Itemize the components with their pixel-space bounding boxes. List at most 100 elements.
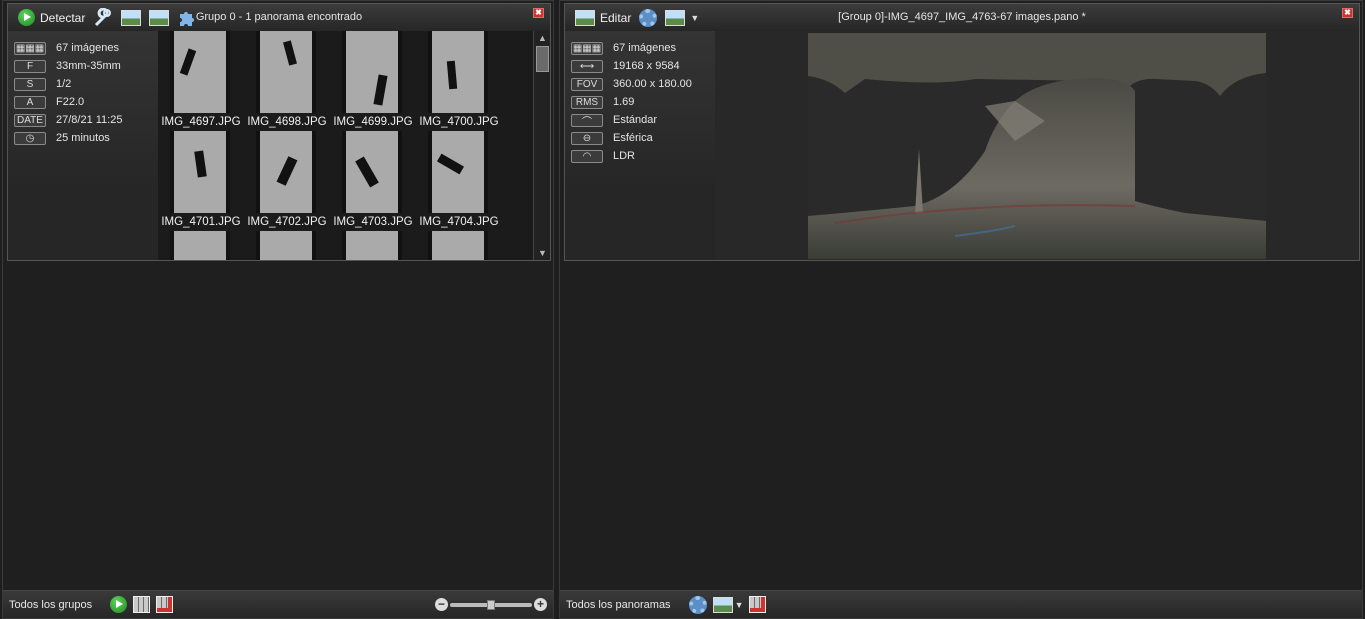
zoom-handle[interactable] (487, 599, 495, 610)
add-image-button[interactable] (145, 7, 173, 29)
thumbnail-label: IMG_4698.JPG (247, 116, 327, 128)
group-card[interactable]: Detectar Grupo 0 - 1 panorama encontrado… (7, 3, 551, 261)
thumbnail-item[interactable]: IMG_4703.JPG (330, 131, 416, 231)
edit-button[interactable]: Editar (571, 7, 635, 29)
edit-label: Editar (600, 10, 632, 25)
info-row-standard: ⌒ Estándar (565, 111, 715, 129)
thumbnail-image (170, 231, 230, 260)
puzzle-button[interactable] (173, 7, 201, 29)
all-settings-gear-icon[interactable] (688, 595, 707, 614)
info-aperture: F22.0 (56, 96, 85, 108)
wrench-icon (95, 7, 112, 26)
info-row-fov: FOV 360.00 x 180.00 (565, 75, 715, 93)
thumbnail-item[interactable]: IMG_4700.JPG (416, 31, 502, 131)
panorama-toolbar: Editar ▼ [Group 0]-IMG_4697_IMG_4763-67 … (565, 4, 1359, 31)
badge-fov: FOV (571, 77, 603, 91)
scroll-down-icon[interactable]: ▼ (536, 247, 549, 259)
thumbnail-item[interactable]: IMG_4704.JPG (416, 131, 502, 231)
thumbnail-item[interactable]: IMG_4702.JPG (244, 131, 330, 231)
settings-wrench-button[interactable] (89, 7, 117, 29)
info-row-date: DATE 27/8/21 11:25 (8, 111, 158, 129)
group-info-panel: ▦▦▦ 67 imágenes F 33mm-35mm S 1/2 A F22.… (8, 31, 158, 260)
info-row-size: ⟷ 19168 x 9584 (565, 57, 715, 75)
standard-projection-icon: ⌒ (571, 113, 603, 128)
info-size: 19168 x 9584 (613, 60, 680, 72)
thumbnail-item-partial[interactable] (416, 231, 502, 260)
info-fov: 360.00 x 180.00 (613, 78, 692, 90)
thumbnail-item[interactable]: IMG_4701.JPG (158, 131, 244, 231)
edit-image-icon (575, 9, 595, 26)
info-date: 27/8/21 11:25 (56, 114, 123, 126)
spherical-icon: ⊖ (571, 131, 603, 145)
thumbnail-grid[interactable]: IMG_4697.JPG IMG_4698.JPG IMG_4699.JPG I… (158, 31, 533, 260)
badge-f: F (14, 59, 46, 73)
info-row-focal: F 33mm-35mm (8, 57, 158, 75)
panorama-preview[interactable] (715, 31, 1359, 260)
render-dropdown-button[interactable]: ▼ (661, 7, 703, 29)
info-row-ldr: ◠ LDR (565, 147, 715, 165)
scroll-up-icon[interactable]: ▲ (536, 32, 549, 44)
arrows-icon: ⟷ (571, 59, 603, 73)
info-row-aperture: A F22.0 (8, 93, 158, 111)
zoom-in-icon[interactable]: + (534, 598, 547, 611)
info-row-rms: RMS 1.69 (565, 93, 715, 111)
thumbnail-item-partial[interactable] (330, 231, 416, 260)
chevron-down-icon[interactable]: ▼ (735, 600, 744, 610)
info-rms: 1.69 (613, 96, 635, 108)
thumbnail-label: IMG_4702.JPG (247, 216, 327, 228)
zoom-out-icon[interactable]: − (435, 598, 448, 611)
info-duration: 25 minutos (56, 132, 110, 144)
info-images: 67 imágenes (613, 42, 676, 54)
thumbnail-scrollbar[interactable]: ▲ ▼ (533, 31, 550, 260)
groups-footer: Todos los grupos − + (3, 590, 553, 618)
thumbnail-item-partial[interactable] (244, 231, 330, 260)
info-focal: 33mm-35mm (56, 60, 121, 72)
thumbnail-image (170, 31, 230, 113)
scrollbar-thumb[interactable] (536, 46, 549, 72)
thumbnail-image (256, 131, 316, 213)
image-help-button[interactable] (117, 7, 145, 29)
detect-button[interactable]: Detectar (14, 7, 89, 29)
thumbnail-item[interactable]: IMG_4699.JPG (330, 31, 416, 131)
panoramas-footer: Todos los panoramas ▼ (560, 590, 1362, 618)
render-all-icon[interactable] (712, 596, 733, 613)
thumbnail-label: IMG_4700.JPG (419, 116, 499, 128)
all-groups-label: Todos los grupos (9, 598, 93, 611)
play-icon (18, 9, 35, 26)
image-question-icon (121, 9, 142, 26)
grid-badge-icon: ▦▦▦ (14, 41, 46, 55)
info-images: 67 imágenes (56, 42, 119, 54)
panorama-settings-button[interactable] (635, 7, 661, 29)
thumbnail-image (256, 231, 316, 260)
zoom-track[interactable] (450, 599, 532, 610)
remove-group-icon[interactable] (156, 596, 174, 613)
thumbnail-item[interactable]: IMG_4698.JPG (244, 31, 330, 131)
detect-label: Detectar (40, 10, 86, 25)
thumbnail-item-partial[interactable] (158, 231, 244, 260)
thumbnail-image (428, 131, 488, 213)
info-row-images: ▦▦▦ 67 imágenes (565, 39, 715, 57)
thumbnail-image (342, 231, 402, 260)
thumbnail-image (256, 31, 316, 113)
badge-a: A (14, 95, 46, 109)
all-panoramas-label: Todos los panoramas (566, 598, 671, 611)
detect-all-button[interactable] (110, 596, 128, 613)
clock-icon: ◷ (14, 131, 46, 145)
panorama-card[interactable]: Editar ▼ [Group 0]-IMG_4697_IMG_4763-67 … (564, 3, 1360, 261)
thumbnail-label: IMG_4697.JPG (161, 116, 241, 128)
zoom-slider[interactable]: − + (435, 598, 547, 611)
thumbnail-label: IMG_4703.JPG (333, 216, 413, 228)
thumbnail-label: IMG_4704.JPG (419, 216, 499, 228)
remove-panorama-icon[interactable] (749, 596, 767, 613)
group-toolbar: Detectar Grupo 0 - 1 panorama encontrado… (8, 4, 550, 31)
thumbnail-item[interactable]: IMG_4697.JPG (158, 31, 244, 131)
info-row-shutter: S 1/2 (8, 75, 158, 93)
close-panorama-button[interactable]: ✖ (1342, 8, 1353, 18)
info-row-spherical: ⊖ Esférica (565, 129, 715, 147)
panorama-preview-image (808, 33, 1266, 259)
close-group-button[interactable]: ✖ (533, 8, 544, 18)
info-shutter: 1/2 (56, 78, 72, 90)
ldr-icon: ◠ (571, 149, 603, 163)
thumbnail-image (428, 31, 488, 113)
add-group-icon[interactable] (133, 596, 151, 613)
